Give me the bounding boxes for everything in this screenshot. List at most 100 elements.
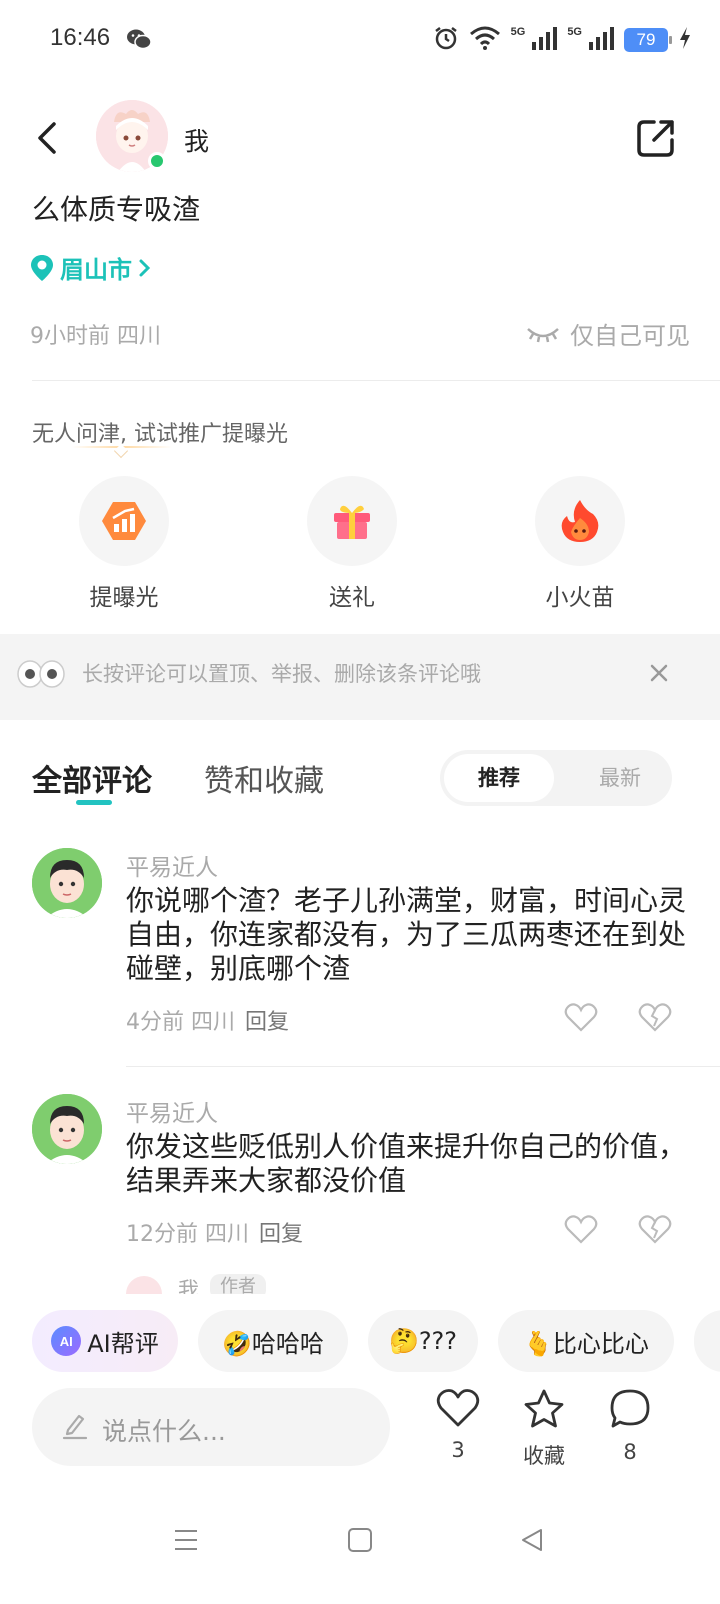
visibility-setting[interactable]: 仅自己可见 <box>526 316 690 351</box>
eyes-icon <box>16 658 66 694</box>
boost-icon <box>102 502 146 540</box>
promo-flame-circle <box>535 476 625 566</box>
ai-comment-label: AI帮评 <box>87 1329 159 1358</box>
gift-icon <box>334 505 370 539</box>
promo-boost-label: 提曝光 <box>89 585 159 611</box>
close-icon <box>650 664 668 682</box>
comment-time: 4分前 四川 <box>126 1010 235 1035</box>
wechat-icon <box>126 28 152 54</box>
like-button[interactable]: 3 <box>418 1388 498 1462</box>
comment-like-button[interactable] <box>564 1214 600 1246</box>
nav-back-button[interactable] <box>508 1516 556 1564</box>
comment-count: 8 <box>623 1440 637 1464</box>
system-nav-bar <box>0 1494 720 1604</box>
flame-icon <box>561 500 599 542</box>
tip-close-button[interactable] <box>644 658 674 688</box>
next-comment-peek: 我 作者 <box>126 1272 286 1294</box>
sort-toggle: 推荐 最新 <box>440 750 672 806</box>
pen-icon <box>62 1412 88 1444</box>
comment-button[interactable]: 8 <box>590 1388 670 1464</box>
heart-icon <box>564 1003 598 1032</box>
tab-likes-favorites[interactable]: 赞和收藏 <box>204 756 324 800</box>
location-label: 眉山市 <box>60 256 132 284</box>
comment-like-button[interactable] <box>564 1002 600 1034</box>
location-link[interactable]: 眉山市 <box>30 250 152 285</box>
header-name: 我 <box>184 127 210 156</box>
post-time: 9小时前 四川 <box>30 324 161 349</box>
location-pin-icon <box>31 254 53 281</box>
star-icon <box>524 1389 564 1428</box>
battery-indicator: 79 <box>624 28 672 52</box>
chevron-left-icon <box>38 122 56 154</box>
wifi-icon <box>469 26 501 54</box>
tab-indicator <box>76 800 112 805</box>
online-status-dot <box>148 152 166 170</box>
alarm-icon <box>433 25 459 55</box>
sort-recommended-button[interactable]: 推荐 <box>444 754 554 802</box>
commenter-avatar[interactable] <box>32 1094 102 1164</box>
bottom-action-bar: 说点什么... 3 收藏 8 <box>0 1388 720 1484</box>
divider <box>32 380 720 381</box>
promo-gift-circle <box>307 476 397 566</box>
promo-flame-button[interactable]: 小火苗 <box>520 476 640 612</box>
nav-menu-button[interactable] <box>162 1516 210 1564</box>
commenter-name[interactable]: 平易近人 <box>126 1094 218 1128</box>
commenter-name: 我 <box>178 1278 199 1294</box>
promo-boost-button[interactable]: 提曝光 <box>64 476 184 612</box>
quick-reply-question[interactable]: 🤔??? <box>368 1310 478 1372</box>
comment-bubble-icon <box>610 1389 650 1428</box>
back-triangle-icon <box>522 1529 542 1551</box>
post-meta: 9小时前 四川 仅自己可见 <box>30 316 690 352</box>
status-icons: 5G 5G 79 <box>433 24 692 56</box>
broken-heart-icon <box>638 1003 672 1032</box>
comment-dislike-button[interactable] <box>638 1002 674 1034</box>
favorite-button[interactable]: 收藏 <box>504 1388 584 1470</box>
commenter-avatar[interactable] <box>32 848 102 918</box>
ai-comment-chip[interactable]: AI AI帮评 <box>32 1310 178 1372</box>
comment-meta: 4分前 四川 回复 <box>126 1004 289 1036</box>
comment-input-placeholder: 说点什么... <box>102 1417 226 1446</box>
ai-logo-icon: AI <box>51 1326 82 1356</box>
promo-flame-label: 小火苗 <box>545 585 615 611</box>
tab-all-comments[interactable]: 全部评论 <box>32 756 152 800</box>
nav-home-button[interactable] <box>336 1516 384 1564</box>
heart-icon <box>564 1215 598 1244</box>
signal-icon <box>531 26 558 54</box>
home-square-icon <box>348 1528 372 1552</box>
quick-reply-haha[interactable]: 🤣哈哈哈 <box>198 1310 348 1372</box>
quick-reply-row: AI AI帮评 🤣哈哈哈 🤔??? 🫰比心比心 <box>0 1296 720 1388</box>
menu-icon <box>175 1530 197 1550</box>
header: 我 <box>0 96 720 180</box>
signal-icon-2 <box>588 26 614 54</box>
status-time: 16:46 <box>50 24 111 51</box>
tip-text: 长按评论可以置顶、举报、删除该条评论哦 <box>82 662 481 686</box>
sort-latest-button[interactable]: 最新 <box>580 754 660 802</box>
avatar <box>126 1276 162 1294</box>
share-button[interactable] <box>634 116 678 160</box>
tip-bar: 长按评论可以置顶、举报、删除该条评论哦 <box>0 634 720 720</box>
comment-input[interactable]: 说点什么... <box>32 1388 390 1466</box>
visibility-label: 仅自己可见 <box>570 322 690 350</box>
chevron-right-icon <box>139 259 151 276</box>
quick-reply-more[interactable] <box>694 1310 720 1372</box>
promo-boost-circle <box>79 476 169 566</box>
network-type-1: 5G <box>510 26 526 38</box>
comment-tabs: 全部评论 赞和收藏 推荐 最新 <box>0 750 720 820</box>
charging-icon <box>678 26 692 54</box>
author-badge: 作者 <box>210 1274 266 1294</box>
reply-button[interactable]: 回复 <box>259 1222 303 1247</box>
back-button[interactable] <box>30 114 70 162</box>
reply-button[interactable]: 回复 <box>245 1010 289 1035</box>
comment-text: 你说哪个渣？老子儿孙满堂，财富，时间心灵自由，你连家都没有，为了三瓜两枣还在到处… <box>126 884 687 985</box>
promo-hint: 无人问津, 试试推广提曝光 <box>32 422 288 447</box>
favorite-label: 收藏 <box>523 1444 565 1468</box>
promo-gift-label: 送礼 <box>329 585 375 611</box>
comment-text: 你发这些贬低别人价值来提升你自己的价值，结果弄来大家都没价值 <box>126 1130 687 1197</box>
comment-divider <box>126 1066 720 1067</box>
eye-closed-icon <box>527 327 559 342</box>
comment-dislike-button[interactable] <box>638 1214 674 1246</box>
post-text: 么体质专吸渣 <box>32 193 201 226</box>
quick-reply-heart[interactable]: 🫰比心比心 <box>498 1310 674 1372</box>
commenter-name[interactable]: 平易近人 <box>126 848 218 882</box>
promo-gift-button[interactable]: 送礼 <box>292 476 412 612</box>
